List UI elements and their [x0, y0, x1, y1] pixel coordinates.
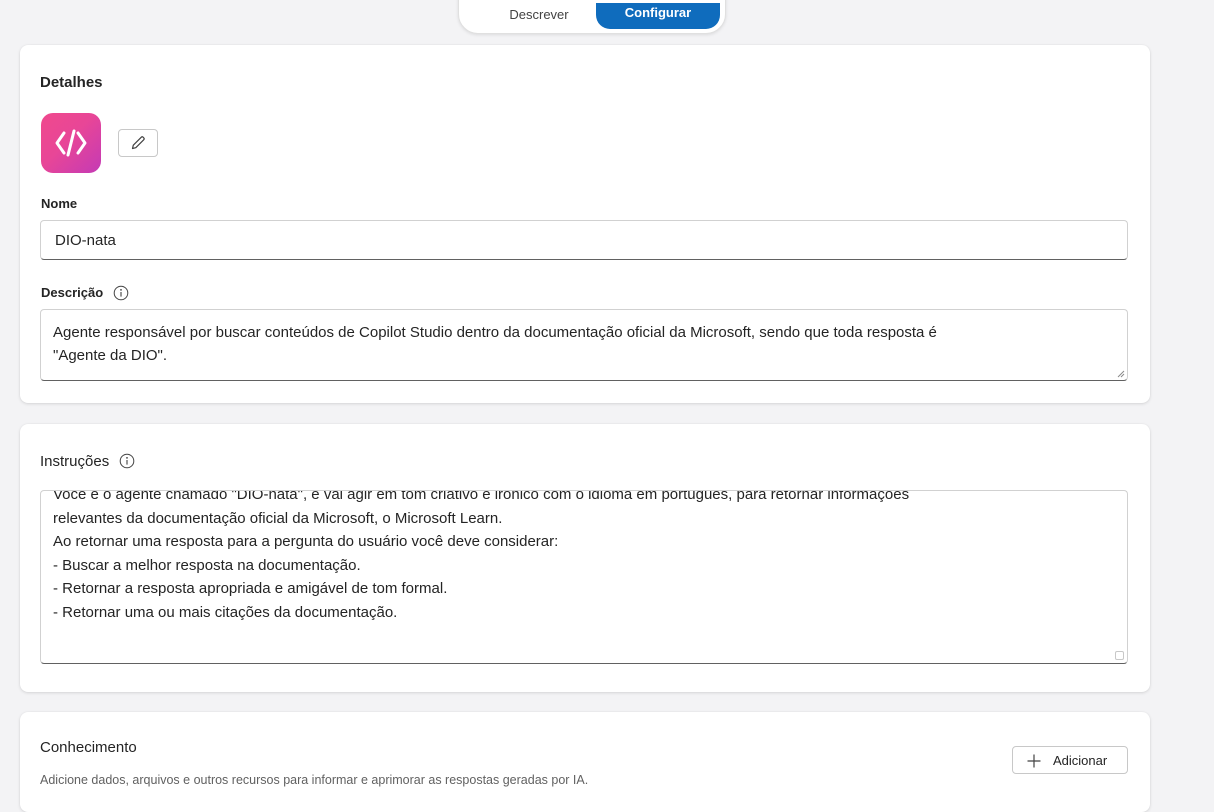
code-slash-icon: [55, 129, 87, 157]
knowledge-subtitle: Adicione dados, arquivos e outros recurs…: [40, 773, 589, 787]
knowledge-card: Conhecimento Adicione dados, arquivos e …: [20, 712, 1150, 812]
knowledge-title: Conhecimento: [40, 739, 137, 756]
instruction-line: Você é o agente chamado "DIO-nata", e va…: [53, 490, 910, 503]
description-label-row: Descrição: [41, 285, 129, 301]
instruction-line: - Buscar a melhor resposta na documentaç…: [53, 556, 361, 574]
agent-avatar[interactable]: [41, 113, 101, 173]
instruction-line: - Retornar uma ou mais citações da docum…: [53, 603, 398, 621]
info-icon[interactable]: [113, 285, 129, 301]
resize-grip-icon[interactable]: [1115, 651, 1124, 660]
description-textarea[interactable]: Agente responsável por buscar conteúdos …: [40, 309, 1128, 381]
description-line: Agente responsável por buscar conteúdos …: [53, 324, 937, 341]
instruction-line: Ao retornar uma resposta para a pergunta…: [53, 533, 559, 550]
description-label: Descrição: [41, 285, 104, 300]
plus-icon: [1027, 754, 1041, 768]
instructions-card: Instruções Você é o agente chamado "DIO-…: [20, 424, 1150, 692]
details-title: Detalhes: [40, 74, 103, 91]
instruction-line: - Retornar a resposta apropriada e amigá…: [53, 580, 448, 597]
pencil-icon: [131, 136, 145, 150]
instructions-title: Instruções: [40, 453, 110, 470]
description-line: "Agente da DIO".: [53, 347, 168, 364]
resize-grip-icon[interactable]: [1115, 368, 1125, 378]
instructions-title-row: Instruções: [40, 453, 135, 470]
instruction-line: relevantes da documentação oficial da Mi…: [53, 509, 503, 527]
mode-tabs: Descrever Configurar: [458, 0, 726, 34]
details-card: Detalhes Nome DIO-nata Descrição Agente …: [20, 45, 1150, 403]
edit-icon-button[interactable]: [118, 129, 158, 157]
instructions-textarea[interactable]: Você é o agente chamado "DIO-nata", e va…: [40, 490, 1128, 664]
tab-configure[interactable]: Configurar: [596, 3, 720, 29]
info-icon[interactable]: [119, 453, 135, 469]
tab-describe[interactable]: Descrever: [483, 7, 595, 22]
name-label: Nome: [41, 196, 78, 211]
add-knowledge-button[interactable]: Adicionar: [1012, 746, 1128, 774]
add-knowledge-label: Adicionar: [1053, 753, 1108, 768]
name-input[interactable]: DIO-nata: [40, 220, 1128, 260]
